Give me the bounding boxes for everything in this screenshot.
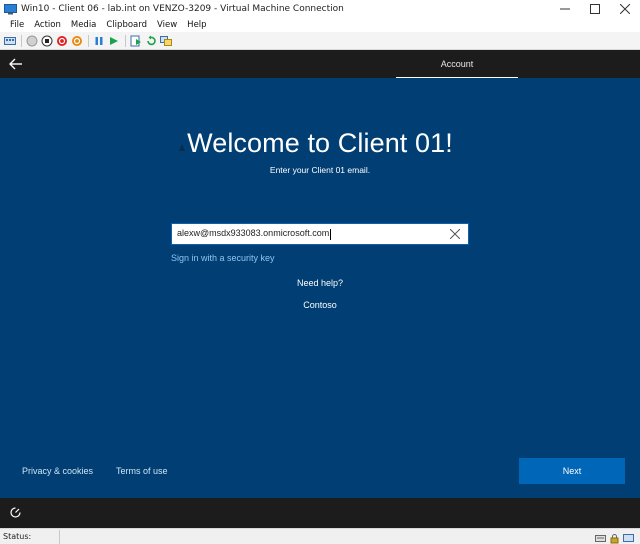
menu-media[interactable]: Media: [66, 20, 102, 30]
page-title: Welcome to Client 01!: [187, 128, 453, 158]
oobe-header: Account: [0, 50, 640, 78]
reset-icon[interactable]: [107, 34, 120, 47]
checkpoint-icon[interactable]: [129, 34, 142, 47]
tab-account: Account: [396, 50, 518, 78]
toolbar-separator: [88, 34, 89, 47]
clear-icon[interactable]: [448, 227, 462, 241]
next-button[interactable]: Next: [519, 458, 625, 484]
menu-clipboard[interactable]: Clipboard: [101, 20, 152, 30]
privacy-link[interactable]: Privacy & cookies: [22, 466, 93, 476]
terms-link[interactable]: Terms of use: [116, 466, 168, 476]
back-arrow-icon[interactable]: [8, 56, 24, 72]
window-title: Win10 - Client 06 - lab.int on VENZO-320…: [21, 4, 344, 14]
oobe-signin-panel: Welcome to Client 01! Enter your Client …: [0, 78, 640, 498]
org-name: Contoso: [303, 300, 337, 310]
lock-icon: [609, 531, 620, 544]
minimize-icon[interactable]: [550, 0, 580, 18]
maximize-icon[interactable]: [580, 0, 610, 18]
vm-toolbar: [0, 32, 640, 50]
monitor-icon: [623, 531, 634, 542]
window-titlebar: Win10 - Client 06 - lab.int on VENZO-320…: [0, 0, 640, 18]
text-caret: [330, 228, 332, 240]
email-value: alexw@msdx933083.onmicrosoft.com: [177, 228, 332, 240]
menu-view[interactable]: View: [152, 20, 182, 30]
need-help-link[interactable]: Need help?: [0, 278, 640, 288]
keyboard-icon: [595, 531, 606, 542]
shut-down-icon[interactable]: [55, 34, 68, 47]
turn-off-icon[interactable]: [40, 34, 53, 47]
enhanced-session-icon[interactable]: [159, 34, 172, 47]
pause-icon[interactable]: [92, 34, 105, 47]
menu-bar: File Action Media Clipboard View Help: [0, 18, 640, 32]
page-subtitle: Enter your Client 01 email.: [269, 165, 371, 175]
security-key-link[interactable]: Sign in with a security key: [171, 253, 275, 263]
email-field[interactable]: alexw@msdx933083.onmicrosoft.com: [171, 223, 469, 245]
close-icon[interactable]: [610, 0, 640, 18]
menu-help[interactable]: Help: [182, 20, 211, 30]
revert-icon[interactable]: [144, 34, 157, 47]
save-state-icon[interactable]: [70, 34, 83, 47]
ctrl-alt-del-icon[interactable]: [3, 34, 16, 47]
vm-connection-icon: [3, 3, 17, 15]
start-icon[interactable]: [25, 34, 38, 47]
toolbar-separator: [21, 34, 22, 47]
oobe-footer: [0, 498, 640, 528]
status-bar: Status: Running: [0, 528, 640, 544]
menu-file[interactable]: File: [0, 20, 29, 30]
ease-of-access-icon[interactable]: [9, 506, 22, 519]
status-text: Status: Running: [0, 529, 60, 544]
toolbar-separator: [125, 34, 126, 47]
menu-action[interactable]: Action: [29, 20, 66, 30]
